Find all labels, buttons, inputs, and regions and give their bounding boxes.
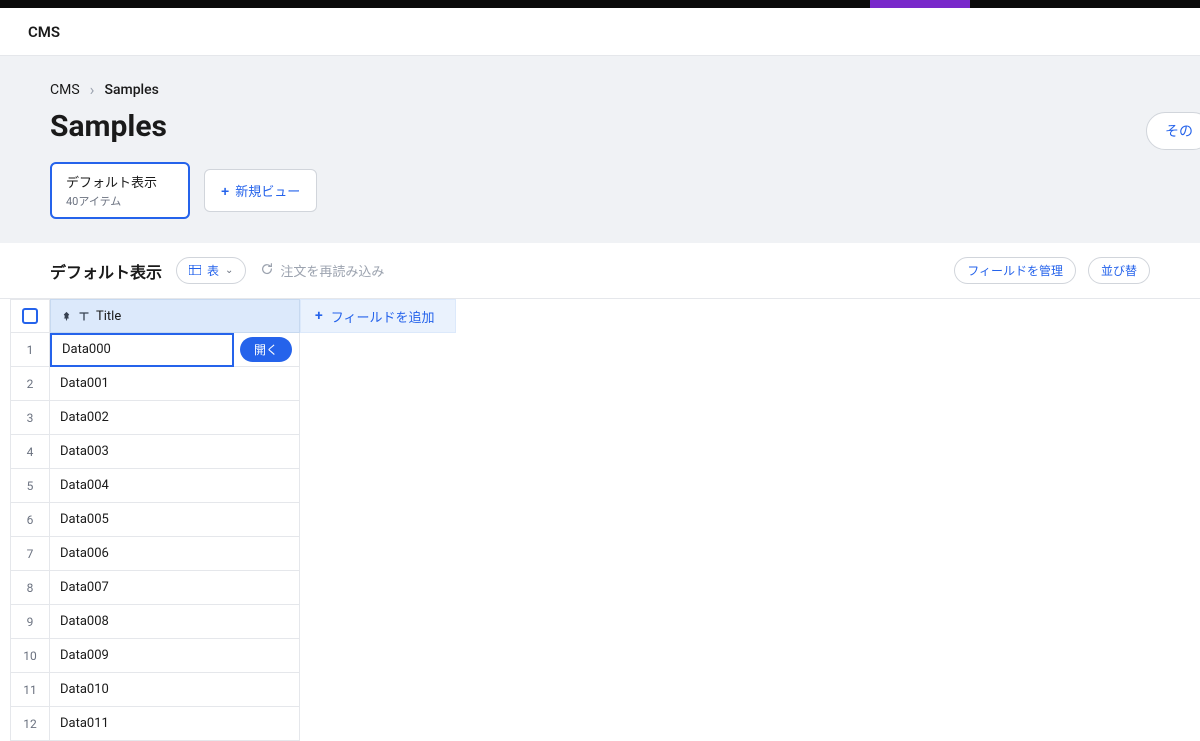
table-body: 1Data000開く2Data0013Data0024Data0035Data0… <box>10 333 1200 741</box>
reload-button[interactable]: 注文を再読み込み <box>260 261 384 280</box>
title-column-label: Title <box>96 309 121 324</box>
page-title: Samples <box>50 109 167 144</box>
table-row[interactable]: 4Data003 <box>10 435 1200 469</box>
title-cell[interactable]: Data007 <box>50 571 300 605</box>
table-row[interactable]: 7Data006 <box>10 537 1200 571</box>
page-section: CMS › Samples Samples その デフォルト表示 40アイテム … <box>0 56 1200 243</box>
app-title: CMS <box>28 23 60 41</box>
table-icon <box>189 264 201 278</box>
refresh-icon <box>260 262 274 280</box>
table-row[interactable]: 1Data000開く <box>10 333 1200 367</box>
row-number[interactable]: 11 <box>10 673 50 707</box>
view-card-title: デフォルト表示 <box>66 172 174 191</box>
breadcrumb-root[interactable]: CMS <box>50 82 80 98</box>
reload-label: 注文を再読み込み <box>280 261 384 280</box>
data-table: Title + フィールドを追加 1Data000開く2Data0013Data… <box>0 299 1200 741</box>
table-row[interactable]: 9Data008 <box>10 605 1200 639</box>
table-row[interactable]: 11Data010 <box>10 673 1200 707</box>
title-cell[interactable]: Data009 <box>50 639 300 673</box>
row-number[interactable]: 12 <box>10 707 50 741</box>
manage-fields-button[interactable]: フィールドを管理 <box>954 257 1076 284</box>
title-cell[interactable]: Data008 <box>50 605 300 639</box>
title-cell[interactable]: Data005 <box>50 503 300 537</box>
select-all-cell[interactable] <box>10 299 50 333</box>
title-cell[interactable]: Data002 <box>50 401 300 435</box>
add-field-label: フィールドを追加 <box>331 307 435 326</box>
row-number[interactable]: 5 <box>10 469 50 503</box>
section-title: デフォルト表示 <box>50 259 162 283</box>
row-number[interactable]: 7 <box>10 537 50 571</box>
title-cell[interactable]: Data000 <box>50 333 234 367</box>
row-number[interactable]: 9 <box>10 605 50 639</box>
app-header: CMS <box>0 8 1200 56</box>
row-cell-wrap[interactable]: Data000開く <box>50 333 300 367</box>
browser-top-bar <box>0 0 1200 8</box>
sort-button[interactable]: 並び替 <box>1088 257 1150 284</box>
row-number[interactable]: 10 <box>10 639 50 673</box>
pin-icon <box>61 311 72 322</box>
title-cell[interactable]: Data011 <box>50 707 300 741</box>
title-cell[interactable]: Data006 <box>50 537 300 571</box>
breadcrumb-current: Samples <box>104 82 158 98</box>
chevron-down-icon: ⌄ <box>225 265 233 276</box>
etc-button[interactable]: その <box>1146 112 1200 150</box>
toolbar: デフォルト表示 表 ⌄ 注文を再読み込み フィールドを管理 並び替 <box>0 243 1200 299</box>
view-row: デフォルト表示 40アイテム + 新規ビュー <box>0 162 1200 219</box>
title-cell[interactable]: Data001 <box>50 367 300 401</box>
row-number[interactable]: 6 <box>10 503 50 537</box>
current-view-card[interactable]: デフォルト表示 40アイテム <box>50 162 190 219</box>
table-row[interactable]: 12Data011 <box>10 707 1200 741</box>
table-header-row: Title + フィールドを追加 <box>10 299 1200 333</box>
checkbox-icon[interactable] <box>22 308 38 324</box>
new-view-button[interactable]: + 新規ビュー <box>204 169 317 212</box>
add-field-button[interactable]: + フィールドを追加 <box>300 299 456 333</box>
row-number[interactable]: 4 <box>10 435 50 469</box>
row-number[interactable]: 1 <box>10 333 50 367</box>
view-type-button[interactable]: 表 ⌄ <box>176 257 246 284</box>
table-row[interactable]: 6Data005 <box>10 503 1200 537</box>
view-type-label: 表 <box>207 262 219 279</box>
row-number[interactable]: 3 <box>10 401 50 435</box>
chevron-right-icon: › <box>90 80 95 99</box>
title-column-header[interactable]: Title <box>50 299 300 333</box>
title-cell[interactable]: Data004 <box>50 469 300 503</box>
text-type-icon <box>78 310 90 322</box>
plus-icon: + <box>315 308 323 324</box>
plus-icon: + <box>221 183 229 199</box>
breadcrumb: CMS › Samples <box>0 80 1200 99</box>
table-row[interactable]: 10Data009 <box>10 639 1200 673</box>
table-row[interactable]: 8Data007 <box>10 571 1200 605</box>
row-number[interactable]: 2 <box>10 367 50 401</box>
top-bar-accent <box>870 0 970 8</box>
open-button[interactable]: 開く <box>240 337 292 362</box>
view-card-subtitle: 40アイテム <box>66 193 174 209</box>
table-row[interactable]: 3Data002 <box>10 401 1200 435</box>
table-row[interactable]: 2Data001 <box>10 367 1200 401</box>
row-number[interactable]: 8 <box>10 571 50 605</box>
title-cell[interactable]: Data010 <box>50 673 300 707</box>
table-row[interactable]: 5Data004 <box>10 469 1200 503</box>
new-view-label: 新規ビュー <box>235 181 300 200</box>
title-cell[interactable]: Data003 <box>50 435 300 469</box>
